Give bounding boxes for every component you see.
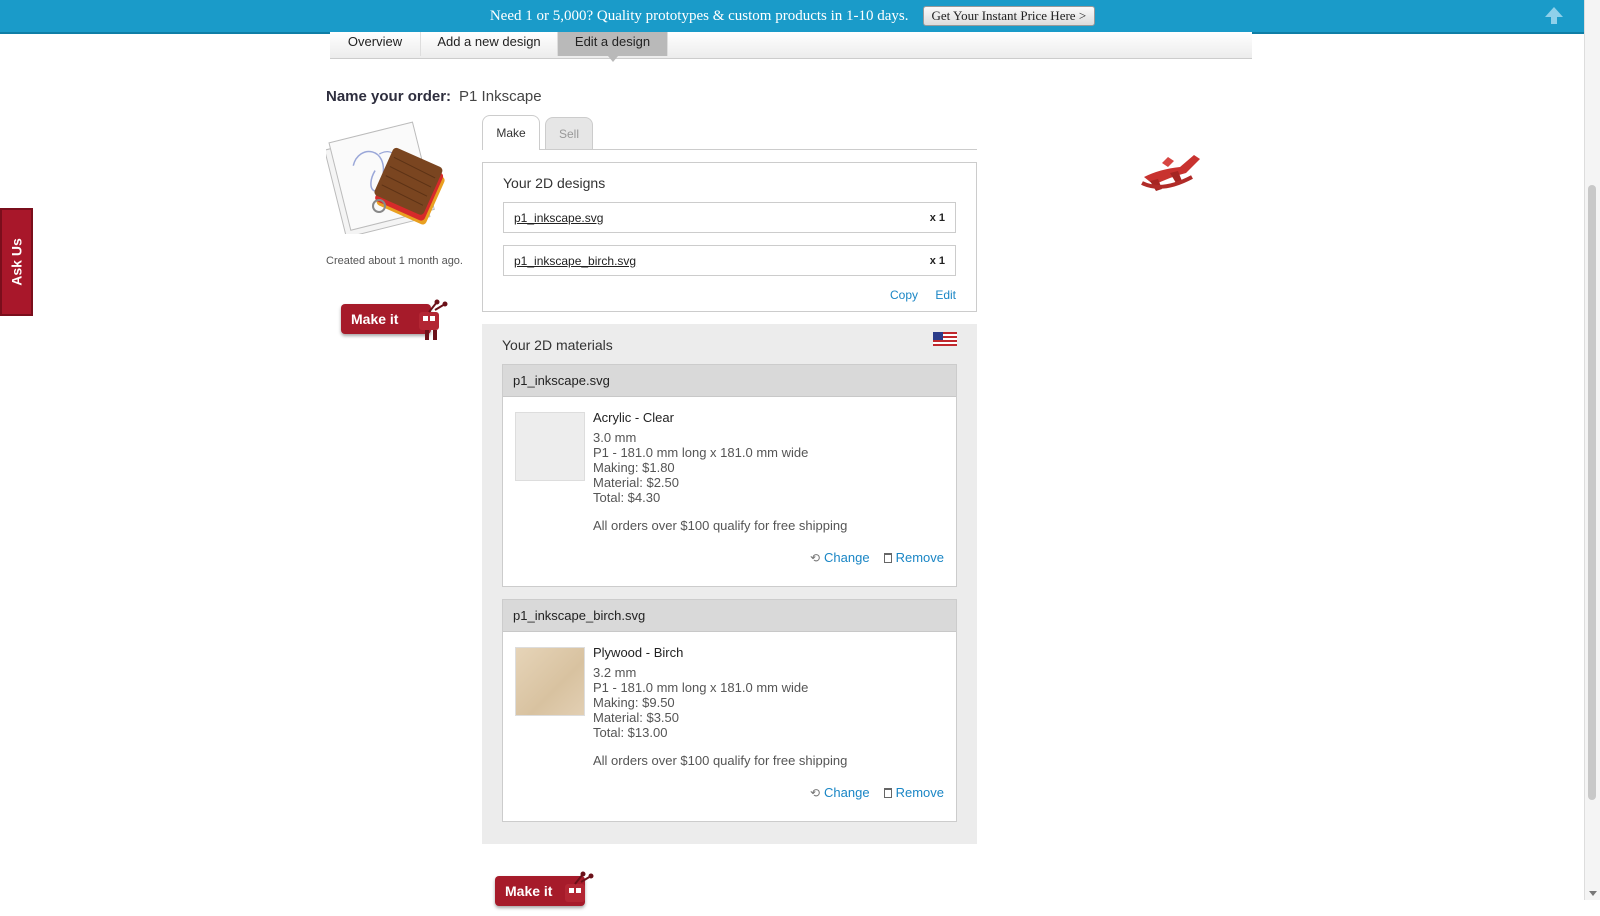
free-shipping-note: All orders over $100 qualify for free sh… bbox=[593, 753, 848, 768]
trash-icon bbox=[883, 552, 892, 563]
edit-link[interactable]: Edit bbox=[935, 288, 956, 302]
subnav-overview[interactable]: Overview bbox=[330, 32, 421, 56]
promo-text: Need 1 or 5,000? Quality prototypes & cu… bbox=[489, 7, 909, 24]
material-size: P1 - 181.0 mm long x 181.0 mm wide bbox=[593, 680, 809, 695]
design-file-qty: x 1 bbox=[929, 255, 945, 267]
order-name-value[interactable]: P1 Inkscape bbox=[459, 88, 542, 105]
make-it-button-bottom[interactable]: Make it bbox=[495, 870, 601, 910]
tab-make[interactable]: Make bbox=[482, 115, 540, 150]
design-file-link[interactable]: p1_inkscape_birch.svg bbox=[514, 254, 636, 268]
free-shipping-note: All orders over $100 qualify for free sh… bbox=[593, 518, 848, 533]
make-sell-tabs: Make Sell bbox=[482, 115, 977, 150]
order-name: Name your order: P1 Inkscape bbox=[326, 88, 542, 105]
product-preview-image bbox=[1141, 155, 1200, 191]
remove-material-button[interactable]: Remove bbox=[883, 785, 944, 800]
remove-material-button[interactable]: Remove bbox=[883, 550, 944, 565]
material-thickness: 3.0 mm bbox=[593, 430, 637, 445]
change-label: Change bbox=[824, 785, 870, 800]
material-actions: ⟲ Change Remove bbox=[810, 785, 944, 800]
page-scrollbar[interactable] bbox=[1584, 0, 1600, 900]
robot-mascot-icon bbox=[565, 871, 594, 902]
material-thickness: 3.2 mm bbox=[593, 665, 637, 680]
material-card-file: p1_inkscape_birch.svg bbox=[503, 600, 956, 632]
total-cost: Total: $4.30 bbox=[593, 490, 661, 505]
copy-link[interactable]: Copy bbox=[890, 288, 918, 302]
change-material-button[interactable]: ⟲ Change bbox=[810, 550, 870, 565]
scroll-to-top-icon[interactable] bbox=[1545, 7, 1563, 24]
refresh-icon: ⟲ bbox=[809, 785, 821, 800]
making-cost: Making: $9.50 bbox=[593, 695, 675, 710]
scrollbar-thumb[interactable] bbox=[1588, 185, 1596, 800]
material-cost: Material: $2.50 bbox=[593, 475, 679, 490]
making-cost: Making: $1.80 bbox=[593, 460, 675, 475]
design-file-link[interactable]: p1_inkscape.svg bbox=[514, 211, 603, 225]
material-cost: Material: $3.50 bbox=[593, 710, 679, 725]
material-name: Acrylic - Clear bbox=[593, 410, 674, 425]
change-material-button[interactable]: ⟲ Change bbox=[810, 785, 870, 800]
tab-sell[interactable]: Sell bbox=[545, 117, 593, 149]
design-file-qty: x 1 bbox=[929, 212, 945, 224]
design-subnav: Overview Add a new design Edit a design bbox=[330, 32, 1252, 62]
material-card-file: p1_inkscape.svg bbox=[503, 365, 956, 397]
ask-us-tab[interactable]: Ask Us bbox=[0, 208, 33, 316]
us-flag-icon[interactable] bbox=[933, 332, 957, 346]
material-details: Acrylic - Clear 3.0 mm P1 - 181.0 mm lon… bbox=[593, 410, 808, 505]
materials-title: Your 2D materials bbox=[502, 337, 613, 353]
remove-label: Remove bbox=[895, 785, 944, 800]
design-file-row: p1_inkscape.svg x 1 bbox=[503, 202, 956, 233]
materials-panel: Your 2D materials p1_inkscape.svg Acryli… bbox=[482, 324, 977, 844]
design-file-row: p1_inkscape_birch.svg x 1 bbox=[503, 245, 956, 276]
material-name: Plywood - Birch bbox=[593, 645, 684, 660]
material-card: p1_inkscape_birch.svg Plywood - Birch 3.… bbox=[502, 599, 957, 822]
designs-panel: Your 2D designs p1_inkscape.svg x 1 p1_i… bbox=[482, 162, 977, 312]
instant-price-button[interactable]: Get Your Instant Price Here > bbox=[922, 6, 1096, 26]
material-swatch bbox=[515, 412, 585, 481]
trash-icon bbox=[883, 787, 892, 798]
order-name-label: Name your order: bbox=[326, 88, 452, 105]
make-it-button[interactable]: Make it bbox=[341, 298, 448, 340]
material-card: p1_inkscape.svg Acrylic - Clear 3.0 mm P… bbox=[502, 364, 957, 587]
scroll-down-arrow-icon[interactable] bbox=[1589, 891, 1597, 896]
ask-us-label: Ask Us bbox=[8, 238, 25, 286]
material-actions: ⟲ Change Remove bbox=[810, 550, 944, 565]
material-details: Plywood - Birch 3.2 mm P1 - 181.0 mm lon… bbox=[593, 645, 808, 740]
total-cost: Total: $13.00 bbox=[593, 725, 668, 740]
change-label: Change bbox=[824, 550, 870, 565]
refresh-icon: ⟲ bbox=[809, 550, 821, 565]
remove-label: Remove bbox=[895, 550, 944, 565]
subnav-add-design[interactable]: Add a new design bbox=[421, 32, 558, 56]
material-swatch bbox=[515, 647, 585, 716]
subnav-edit-design[interactable]: Edit a design bbox=[558, 32, 668, 62]
promo-banner: Need 1 or 5,000? Quality prototypes & cu… bbox=[0, 0, 1585, 34]
designs-title: Your 2D designs bbox=[503, 175, 606, 191]
material-size: P1 - 181.0 mm long x 181.0 mm wide bbox=[593, 445, 809, 460]
order-thumbnail-image bbox=[326, 121, 445, 234]
robot-mascot-icon bbox=[419, 299, 448, 340]
order-created-date: Created about 1 month ago. bbox=[326, 255, 463, 267]
